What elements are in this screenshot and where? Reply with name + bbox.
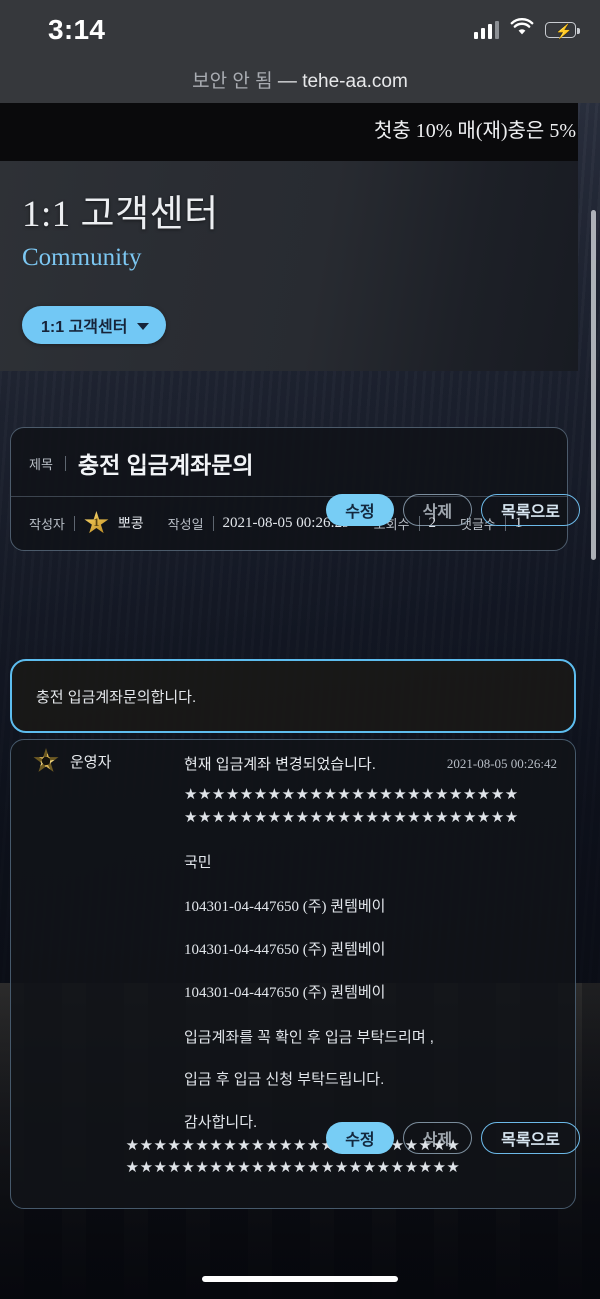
notice-line: 입금계좌를 꼭 확인 후 입금 부탁드리며 , bbox=[184, 1028, 434, 1046]
promo-marquee-text: 첫충 10% 매(재)충은 5% bbox=[373, 120, 576, 142]
action-button-row-bottom: 수정 삭제 목록으로 bbox=[326, 1122, 580, 1154]
bank-name: 국민 bbox=[184, 853, 212, 871]
back-to-list-button[interactable]: 목록으로 bbox=[481, 494, 580, 526]
home-indicator[interactable] bbox=[202, 1276, 398, 1282]
divider bbox=[64, 455, 66, 471]
reply-author-group: 운영자 bbox=[33, 748, 111, 774]
reply-subject: 현재 입금계좌 변경되었습니다. bbox=[184, 756, 376, 773]
url-bar-text: 보안 안 됨 — tehe-aa.com bbox=[0, 60, 600, 103]
account-number-line: 104301-04-447650 (주) 퀀템베이 bbox=[184, 984, 386, 1001]
wifi-icon bbox=[510, 18, 534, 41]
rank-number: 1 bbox=[93, 515, 100, 529]
post-title-label: 제목 bbox=[29, 456, 53, 472]
web-page: 첫충 10% 매(재)충은 5% 1:1 고객센터 Community 1:1 … bbox=[0, 103, 600, 1299]
delete-button[interactable]: 삭제 bbox=[402, 1122, 473, 1154]
status-bar-icons: ⚡ bbox=[473, 18, 580, 41]
page-subtitle: Community bbox=[22, 244, 142, 271]
back-to-list-button[interactable]: 목록으로 bbox=[481, 1122, 580, 1154]
vertical-scrollbar[interactable] bbox=[591, 210, 596, 560]
delete-button[interactable]: 삭제 bbox=[402, 494, 473, 526]
action-button-row-top: 수정 삭제 목록으로 bbox=[326, 494, 580, 526]
post-title-row: 제목 충전 입금계좌문의 bbox=[11, 428, 567, 497]
post-title: 충전 입금계좌문의 bbox=[77, 452, 254, 478]
chevron-down-icon bbox=[137, 322, 150, 330]
star-divider-line: ★★★★★★★★★★★★★★★★★★★★★★★★ bbox=[125, 1159, 461, 1177]
reply-date: 2021-08-05 00:26:42 bbox=[446, 756, 557, 771]
edit-button[interactable]: 수정 bbox=[326, 1122, 394, 1154]
page-title: 1:1 고객센터 bbox=[22, 194, 219, 235]
security-warning-label: 보안 안 됨 bbox=[192, 71, 273, 92]
post-author-label: 작성자 bbox=[29, 516, 65, 532]
status-bar-clock: 3:14 bbox=[48, 14, 106, 45]
battery-charging-icon: ⚡ bbox=[545, 21, 580, 39]
category-dropdown-label: 1:1 고객센터 bbox=[41, 319, 128, 336]
status-bar: 3:14 ⚡ bbox=[0, 0, 600, 60]
url-separator: — bbox=[277, 71, 297, 92]
post-date-group: 작성일 2021-08-05 00:26:29 bbox=[168, 514, 350, 533]
charging-bolt-icon: ⚡ bbox=[555, 22, 573, 39]
star-divider-line: ★★★★★★★★★★★★★★★★★★★★★★★★ bbox=[184, 808, 519, 826]
post-body-box: 충전 입금계좌문의합니다. bbox=[10, 659, 576, 733]
promo-marquee-bar: 첫충 10% 매(재)충은 5% bbox=[0, 103, 578, 161]
post-header-card: 제목 충전 입금계좌문의 작성자 1 뽀콩 작성일 2021-08-05 00:… bbox=[10, 427, 568, 551]
edit-button[interactable]: 수정 bbox=[326, 494, 394, 526]
divider bbox=[212, 515, 214, 531]
gold-star-rank-icon: 1 bbox=[84, 511, 109, 535]
admin-emblem-icon bbox=[33, 748, 59, 774]
category-dropdown[interactable]: 1:1 고객센터 bbox=[22, 306, 167, 344]
browser-url-bar[interactable]: 보안 안 됨 — tehe-aa.com bbox=[0, 60, 600, 103]
post-author-name: 뽀콩 bbox=[117, 515, 144, 531]
post-author-group: 작성자 1 뽀콩 bbox=[29, 511, 144, 535]
cellular-bars-icon bbox=[473, 20, 499, 39]
post-date-label: 작성일 bbox=[167, 516, 204, 532]
reply-author-name: 운영자 bbox=[70, 753, 112, 771]
account-number-line: 104301-04-447650 (주) 퀀템베이 bbox=[184, 899, 386, 916]
notice-line: 입금 후 입금 신청 부탁드립니다. bbox=[184, 1071, 385, 1089]
divider bbox=[73, 515, 75, 531]
reply-body: ★★★★★★★★★★★★★★★★★★★★★★★★ ★★★★★★★★★★★★★★★… bbox=[184, 786, 559, 1157]
account-number-line: 104301-04-447650 (주) 퀀템베이 bbox=[184, 942, 386, 958]
post-body-text: 충전 입금계좌문의합니다. bbox=[36, 688, 197, 706]
reply-header: 운영자 현재 입금계좌 변경되었습니다. 2021-08-05 00:26:42 bbox=[11, 740, 575, 782]
star-divider-line: ★★★★★★★★★★★★★★★★★★★★★★★★ bbox=[184, 786, 519, 803]
url-domain: tehe-aa.com bbox=[302, 71, 408, 92]
